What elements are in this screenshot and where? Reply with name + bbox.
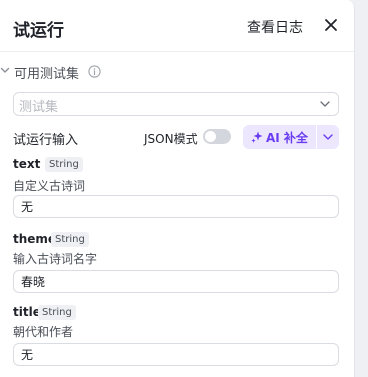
panel-title: 试运行 (13, 21, 64, 41)
field-name-title: title (13, 305, 41, 319)
text-field-input[interactable] (13, 195, 339, 218)
field-description: 朝代和作者 (13, 325, 74, 339)
ai-complete-button[interactable]: AI 补全 (243, 125, 316, 149)
field-name-text: text (13, 157, 41, 171)
test-set-placeholder: 测试集 (19, 100, 59, 115)
chevron-down-icon[interactable] (0, 65, 10, 75)
type-badge: String (51, 232, 89, 247)
test-set-select[interactable]: 测试集 (13, 92, 339, 116)
sparkle-icon (251, 131, 263, 143)
ai-complete-label: AI 补全 (266, 131, 308, 145)
run-input-row: 试运行输入 JSON模式 AI 补全 (0, 124, 354, 150)
ai-options-button[interactable] (317, 125, 339, 149)
field-description: 输入古诗词名字 (13, 252, 98, 266)
test-set-label: 可用测试集 (14, 67, 80, 82)
run-input-label: 试运行输入 (13, 133, 79, 148)
field-name-theme: theme (13, 232, 57, 246)
theme-field-input[interactable] (13, 270, 339, 293)
panel-header: 试运行 查看日志 (0, 0, 354, 52)
toggle-knob (205, 131, 216, 142)
view-logs-link[interactable]: 查看日志 (247, 17, 303, 37)
type-badge: String (45, 157, 83, 172)
json-mode-toggle[interactable] (203, 129, 231, 144)
field-description: 自定义古诗词 (13, 179, 86, 193)
chevron-down-icon (320, 101, 330, 107)
test-set-section: 可用测试集 (0, 62, 354, 82)
info-icon[interactable] (88, 65, 101, 78)
chevron-down-icon (323, 134, 333, 140)
json-mode-label: JSON模式 (144, 132, 198, 146)
title-field-input[interactable] (13, 343, 339, 366)
test-run-panel: 试运行 查看日志 可用测试集 测试集 试运行输入 JSON模式 AI 补全 te… (0, 0, 355, 377)
type-badge: String (38, 305, 76, 320)
close-icon (325, 19, 337, 31)
close-button[interactable] (322, 16, 340, 34)
